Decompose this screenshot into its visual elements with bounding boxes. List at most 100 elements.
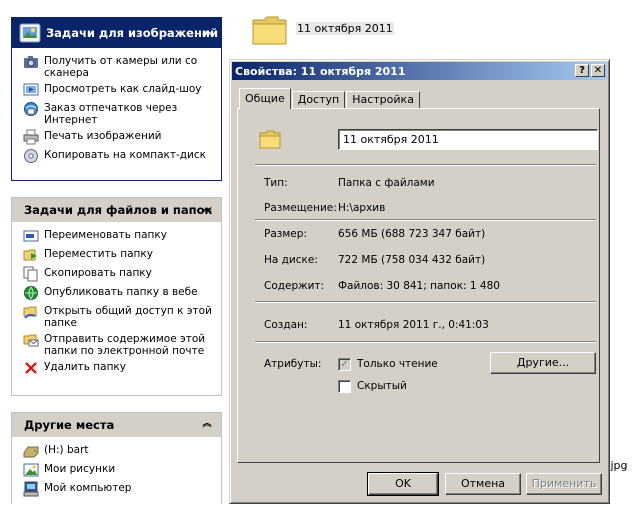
file-tasks-panel: Задачи для файлов и папок ︽ Переименоват…: [11, 197, 222, 396]
other-places-header[interactable]: Другие места ︽: [12, 413, 221, 437]
image-task-item[interactable]: Заказ отпечатков через Интернет: [23, 102, 215, 126]
other-place-item-label: Мой компьютер: [44, 482, 132, 494]
slideshow-icon: [23, 83, 39, 96]
other-attributes-button[interactable]: Другие...: [490, 352, 596, 374]
image-task-item[interactable]: Получить от камеры или со сканера: [23, 55, 215, 79]
file-task-item[interactable]: Переименовать папку: [23, 229, 215, 244]
folder-label[interactable]: 11 октября 2011: [296, 22, 394, 35]
image-task-item-label: Печать изображений: [44, 130, 162, 142]
disk-size-value: 722 МБ (758 034 432 байт): [338, 254, 486, 266]
size-value: 656 МБ (688 723 347 байт): [338, 228, 486, 240]
rename-icon: [23, 230, 39, 242]
type-label: Тип:: [264, 177, 288, 189]
readonly-checkbox[interactable]: ✓: [338, 358, 351, 371]
general-tab-panel: Тип: Папка с файлами Размещение: H:\архи…: [237, 108, 600, 463]
pictures-icon: [23, 463, 39, 477]
type-value: Папка с файлами: [338, 177, 435, 189]
image-tasks-header[interactable]: Задачи для изображений ︽: [12, 18, 221, 48]
disk-size-label: На диске:: [264, 254, 318, 266]
close-button[interactable]: ✕: [591, 64, 605, 77]
location-value: H:\архив: [338, 202, 386, 214]
file-task-item[interactable]: Открыть общий доступ к этой папке: [23, 305, 215, 329]
computer-icon: [23, 481, 39, 497]
collapse-chevron-icon[interactable]: ︽: [202, 204, 212, 214]
camera-icon: [24, 56, 38, 68]
image-task-item-label: Заказ отпечатков через Интернет: [44, 102, 178, 126]
image-task-item[interactable]: Печать изображений: [23, 129, 215, 145]
tab-sharing[interactable]: Доступ: [291, 91, 346, 109]
folder-icon[interactable]: [250, 10, 290, 50]
image-tasks-icon: [19, 23, 41, 43]
email-icon: [23, 334, 39, 347]
tab-customize[interactable]: Настройка: [346, 91, 420, 109]
file-task-item-label: Открыть общий доступ к этой папке: [44, 305, 212, 329]
image-task-item-label: Копировать на компакт-диск: [44, 149, 206, 161]
folder-name-input[interactable]: [338, 129, 598, 150]
hidden-checkbox[interactable]: [338, 380, 351, 393]
other-place-item[interactable]: Мой компьютер: [23, 481, 215, 497]
properties-dialog: Свойства: 11 октября 2011 ? ✕ Общие Дост…: [229, 59, 610, 504]
help-button[interactable]: ?: [575, 64, 589, 77]
attributes-label: Атрибуты:: [264, 358, 322, 370]
other-places-title: Другие места: [24, 418, 115, 432]
image-task-item-label: Просмотреть как слайд-шоу: [44, 83, 202, 95]
file-tasks-title: Задачи для файлов и папок: [24, 203, 213, 217]
image-tasks-list: Получить от камеры или со сканера Просмот…: [12, 48, 221, 174]
cd-icon: [24, 149, 38, 163]
collapse-chevron-icon[interactable]: ︽: [202, 419, 212, 429]
image-task-item[interactable]: Просмотреть как слайд-шоу: [23, 83, 215, 98]
other-place-item[interactable]: Мои рисунки: [23, 463, 215, 478]
size-label: Размер:: [264, 228, 307, 240]
apply-button[interactable]: Применить: [526, 473, 602, 495]
file-name-label[interactable]: .jpg: [607, 459, 628, 472]
file-task-item-label: Переместить папку: [44, 248, 153, 260]
contains-label: Содержит:: [264, 280, 325, 292]
location-label: Размещение:: [264, 202, 337, 214]
file-tasks-header[interactable]: Задачи для файлов и папок ︽: [12, 198, 221, 222]
publish-web-icon: [24, 286, 38, 300]
other-place-item[interactable]: (H:) bart: [23, 444, 215, 459]
image-tasks-title: Задачи для изображений: [46, 26, 219, 40]
other-place-item-label: (H:) bart: [44, 444, 89, 456]
created-value: 11 октября 2011 г., 0:41:03: [338, 319, 489, 331]
file-task-item-label: Переименовать папку: [44, 229, 167, 241]
separator: [255, 301, 596, 303]
dialog-title: Свойства: 11 октября 2011: [235, 64, 406, 78]
copy-icon: [23, 266, 38, 282]
file-task-item[interactable]: Опубликовать папку в вебе: [23, 286, 215, 301]
dialog-titlebar[interactable]: Свойства: 11 октября 2011 ? ✕: [232, 62, 607, 80]
separator: [255, 219, 596, 221]
share-icon: [23, 306, 37, 319]
image-task-item-label: Получить от камеры или со сканера: [44, 55, 198, 79]
order-prints-icon: [24, 102, 38, 116]
file-task-item-label: Скопировать папку: [44, 267, 152, 279]
contains-value: Файлов: 30 841; папок: 1 480: [338, 280, 500, 292]
separator: [255, 164, 596, 166]
folder-icon: [259, 130, 281, 149]
file-task-item-label: Отправить содержимое этой папки по элект…: [44, 333, 206, 357]
other-place-item-label: Мои рисунки: [44, 463, 116, 475]
cancel-button[interactable]: Отмена: [445, 473, 521, 495]
other-places-panel: Другие места ︽ (H:) bart Мои рисунки Мой к…: [11, 412, 222, 504]
printer-icon: [23, 129, 39, 145]
file-task-item[interactable]: Отправить содержимое этой папки по элект…: [23, 333, 215, 357]
task-pane: Задачи для изображений ︽ Получить от кам…: [0, 0, 230, 504]
file-task-item[interactable]: Переместить папку: [23, 248, 215, 263]
created-label: Создан:: [264, 319, 308, 331]
ok-button[interactable]: OK: [367, 472, 439, 496]
separator: [255, 341, 596, 343]
tab-strip: Общие Доступ Настройка: [239, 88, 421, 109]
file-task-item-label: Удалить папку: [44, 361, 126, 373]
file-task-item[interactable]: Удалить папку: [23, 361, 215, 376]
delete-icon: [25, 362, 37, 374]
file-task-item[interactable]: Скопировать папку: [23, 266, 215, 282]
hidden-label: Скрытый: [357, 380, 407, 392]
move-icon: [23, 249, 37, 261]
image-task-item[interactable]: Копировать на компакт-диск: [23, 149, 215, 164]
tab-general[interactable]: Общие: [239, 88, 291, 109]
other-places-list: (H:) bart Мои рисунки Мой компьютер: [12, 437, 221, 507]
image-tasks-panel: Задачи для изображений ︽ Получить от кам…: [11, 17, 222, 181]
drive-icon: [23, 446, 39, 458]
collapse-chevron-icon[interactable]: ︽: [202, 27, 212, 37]
file-task-item-label: Опубликовать папку в вебе: [44, 286, 198, 298]
